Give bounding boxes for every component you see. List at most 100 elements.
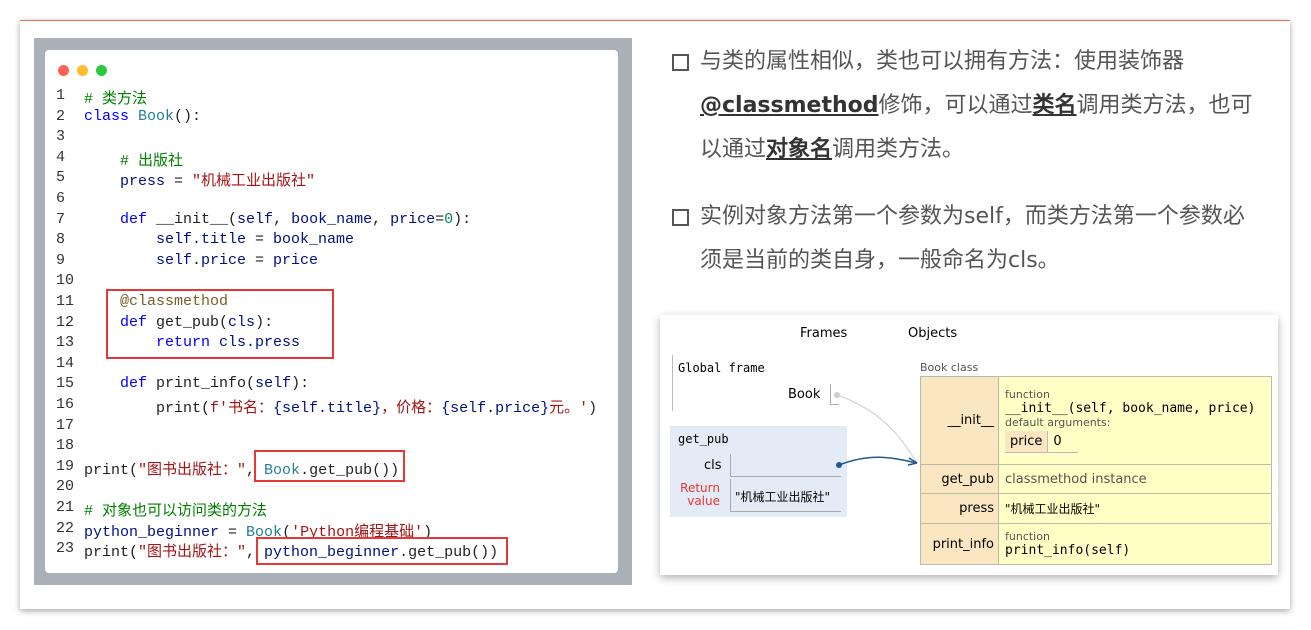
code-line: print(f'书名：{self.title}，价格：{self.price}元…: [84, 396, 597, 417]
text-run: 实例对象方法第一个参数为self，而类方法第一个参数必须是当前的类自身，一般命名…: [700, 204, 1245, 273]
line-number: 10: [56, 272, 75, 290]
code-token: =: [435, 210, 445, 228]
close-dot-icon: [58, 65, 69, 76]
code-token: def: [120, 375, 148, 393]
code-token: Book: [138, 107, 175, 125]
line-number: 13: [56, 334, 75, 352]
line-number: 22: [56, 519, 75, 537]
line-number: 19: [56, 457, 75, 475]
code-token: # 出版社: [120, 152, 184, 170]
attr-key: __init__: [920, 376, 999, 465]
code-token: 0: [444, 210, 454, 228]
attr-key: press: [920, 493, 999, 524]
code-token: price: [273, 251, 319, 269]
highlight-classmethod: [106, 289, 334, 359]
attr-signature: __init__(self, book_name, price): [1005, 401, 1256, 416]
code-token: ): [588, 400, 598, 417]
attr-key: print_info: [920, 523, 999, 565]
minimize-dot-icon: [77, 65, 88, 76]
code-token: ():: [174, 107, 202, 125]
line-number: 6: [56, 190, 66, 207]
emphasis-term: 类名: [1032, 93, 1077, 118]
line-number: 8: [56, 231, 66, 249]
checkbox-bullet-icon: [672, 209, 689, 226]
code-token: self.price: [156, 251, 247, 269]
line-number: 12: [56, 313, 75, 331]
code-token: =: [219, 523, 247, 541]
highlight-object-call: [256, 537, 508, 565]
line-number: 1: [56, 87, 66, 104]
default-args-label: default arguments:: [1005, 416, 1111, 429]
text-run: 与类的属性相似，类也可以拥有方法：使用装饰器: [700, 49, 1185, 74]
line-number: 5: [56, 169, 66, 187]
code-token: press: [120, 173, 166, 191]
line-number: 11: [56, 293, 75, 310]
code-token: ，价格：: [381, 400, 442, 417]
code-line: def __init__(self, book_name, price=0):: [84, 211, 471, 228]
code-token: self: [237, 210, 274, 228]
code-token: print(: [84, 461, 139, 479]
code-token: f'书名：: [210, 400, 274, 417]
code-token: "图书出版社：": [138, 544, 247, 562]
code-line: def print_info(self):: [84, 375, 309, 392]
python-tutor-visualization: Frames Objects Global frame Book get_pub…: [660, 315, 1278, 575]
code-token: class: [84, 107, 130, 125]
code-token: "图书出版社：": [138, 461, 247, 479]
code-token: print_info(: [147, 375, 256, 393]
line-number: 4: [56, 148, 66, 166]
code-token: # 类方法: [84, 91, 148, 108]
code-line: class Book():: [84, 108, 201, 125]
checkbox-bullet-icon: [672, 54, 689, 71]
emphasis-term: 对象名: [766, 137, 833, 162]
code-token: {self.price}: [441, 400, 550, 417]
attr-type: function: [1005, 530, 1050, 543]
line-number: 7: [56, 210, 66, 228]
code-token: book_name: [273, 231, 355, 249]
text-run: 修饰，可以通过: [878, 93, 1033, 118]
code-token: =: [246, 231, 274, 249]
code-token: =: [246, 251, 274, 269]
code-line: self.price = price: [84, 252, 318, 269]
line-number: 20: [56, 478, 75, 496]
default-arg-key: price: [1005, 431, 1048, 452]
attr-type: function: [1005, 388, 1050, 401]
attr-value: "机械工业出版社": [998, 493, 1272, 524]
code-token: self: [255, 375, 292, 393]
line-number: 16: [56, 396, 75, 413]
maximize-dot-icon: [96, 65, 107, 76]
code-token: # 对象也可以访问类的方法: [84, 503, 268, 520]
code-token: book_name: [291, 210, 373, 228]
class-object-table: __init__ function __init__(self, book_na…: [920, 376, 1272, 565]
bullet-text-1: 与类的属性相似，类也可以拥有方法：使用装饰器 @classmethod修饰，可以通…: [700, 40, 1260, 172]
code-token: price: [390, 210, 436, 228]
attr-signature: print_info(self): [1005, 543, 1131, 558]
code-token: "机械工业出版社": [192, 173, 316, 191]
code-token: __init__(: [147, 210, 238, 228]
code-token: {self.title}: [273, 400, 382, 417]
emphasis-term: @classmethod: [700, 93, 879, 118]
line-number: 15: [56, 375, 75, 393]
code-line: press = "机械工业出版社": [84, 169, 315, 190]
code-token: python_beginner: [84, 523, 220, 541]
code-token: print(: [84, 544, 139, 562]
line-number: 18: [56, 437, 75, 455]
text-run: 调用类方法。: [832, 137, 965, 162]
attr-type: classmethod instance: [998, 464, 1272, 494]
line-number: 9: [56, 251, 66, 269]
line-number: 23: [56, 540, 75, 558]
bullet-text-2: 实例对象方法第一个参数为self，而类方法第一个参数必须是当前的类自身，一般命名…: [700, 195, 1260, 283]
code-line: # 对象也可以访问类的方法: [84, 499, 267, 520]
code-line: # 类方法: [84, 87, 147, 108]
code-token: ):: [453, 210, 472, 228]
line-number: 14: [56, 354, 75, 372]
code-line: self.title = book_name: [84, 231, 354, 248]
code-token: 元。': [549, 400, 589, 417]
attr-key: get_pub: [920, 464, 999, 494]
highlight-class-call: [254, 450, 405, 482]
